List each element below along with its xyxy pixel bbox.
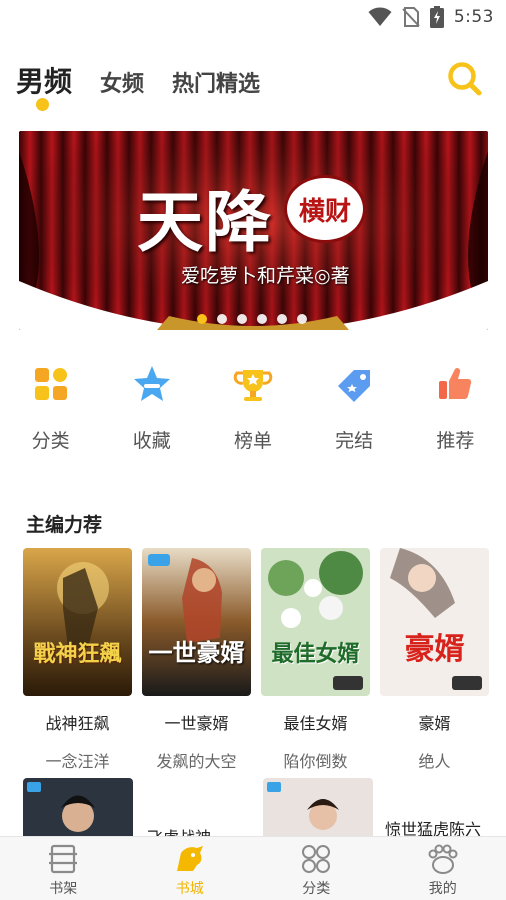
carousel-dot[interactable] bbox=[297, 314, 307, 324]
tab-hot-picks[interactable]: 热门精选 bbox=[172, 66, 260, 98]
grid-category-icon bbox=[302, 845, 331, 873]
book-author: 一念汪洋 bbox=[45, 752, 110, 771]
top-tabs: 男频 女频 热门精选 bbox=[16, 60, 288, 100]
clock: 5:53 bbox=[453, 7, 494, 27]
search-button[interactable] bbox=[446, 60, 484, 98]
nav-label: 我的 bbox=[428, 881, 457, 897]
cover-art bbox=[142, 548, 251, 696]
cover-title: 一世豪婿 bbox=[148, 638, 245, 667]
book-card[interactable]: 最佳女婿 最佳女婿 陷你倒数 bbox=[261, 548, 370, 772]
no-sim-icon bbox=[402, 7, 420, 27]
banner-carousel[interactable]: 天降 横财 爱吃萝卜和芹菜◎著 bbox=[19, 131, 488, 330]
nav-bookshelf[interactable]: 书架 bbox=[0, 837, 127, 900]
thumbs-up-icon bbox=[439, 368, 472, 400]
search-icon bbox=[448, 62, 482, 96]
cover-art bbox=[23, 548, 132, 696]
wifi-icon bbox=[368, 7, 392, 26]
cover-art bbox=[263, 778, 373, 838]
quick-nav-label: 分类 bbox=[31, 430, 70, 452]
book-title: 豪婿 bbox=[418, 714, 451, 733]
carousel-dot[interactable] bbox=[277, 314, 287, 324]
star-bookmark-icon bbox=[133, 366, 170, 401]
book-author: 陷你倒数 bbox=[283, 752, 348, 771]
status-bar: 5:53 bbox=[0, 0, 506, 34]
paw-profile-icon bbox=[428, 844, 458, 874]
quick-nav-recommend[interactable]: 推荐 bbox=[405, 362, 506, 453]
nav-bookstore[interactable]: 书城 bbox=[127, 837, 254, 900]
book-card[interactable]: 一世豪婿 一世豪婿 发飙的大空 bbox=[142, 548, 251, 772]
bookshelf-icon bbox=[49, 844, 78, 874]
category-icon bbox=[34, 368, 67, 400]
quick-nav-rankings[interactable]: 榜单 bbox=[202, 362, 303, 453]
bookstore-icon bbox=[176, 846, 203, 871]
book-title: 一世豪婿 bbox=[164, 714, 229, 733]
book-card[interactable]: 豪婿 豪婿 绝人 bbox=[380, 548, 489, 772]
book-author: 发飙的大空 bbox=[156, 752, 237, 771]
book-cover[interactable]: 一世豪婿 bbox=[142, 548, 251, 696]
cover-art bbox=[261, 548, 370, 696]
cover-title: 最佳女婿 bbox=[271, 641, 360, 667]
banner-seal: 横财 bbox=[284, 175, 366, 243]
banner-title: 天降 bbox=[137, 183, 273, 261]
carousel-indicator bbox=[197, 314, 307, 324]
cover-art bbox=[23, 778, 133, 838]
tab-female[interactable]: 女频 bbox=[100, 66, 144, 98]
quick-nav-favorites[interactable]: 收藏 bbox=[101, 362, 202, 453]
banner-author: 爱吃萝卜和芹菜◎著 bbox=[181, 265, 350, 287]
cover-title: 戰神狂飆 bbox=[33, 641, 122, 667]
quick-nav-label: 完结 bbox=[335, 430, 374, 452]
active-tab-indicator bbox=[36, 98, 49, 111]
quick-nav-label: 推荐 bbox=[436, 430, 475, 452]
book-cover[interactable]: 最佳女婿 bbox=[261, 548, 370, 696]
quick-nav-label: 榜单 bbox=[233, 430, 272, 452]
quick-nav-label: 收藏 bbox=[132, 430, 171, 452]
book-cover[interactable] bbox=[263, 778, 373, 838]
quick-nav-category[interactable]: 分类 bbox=[0, 362, 101, 453]
quick-nav: 分类 收藏 榜单 完结 推荐 bbox=[0, 362, 506, 453]
nav-label: 分类 bbox=[302, 881, 331, 897]
nav-profile[interactable]: 我的 bbox=[380, 837, 506, 900]
nav-label: 书城 bbox=[175, 881, 204, 897]
book-title: 最佳女婿 bbox=[283, 714, 348, 733]
book-card[interactable]: 戰神狂飆 战神狂飙 一念汪洋 bbox=[23, 548, 132, 772]
cover-art bbox=[380, 548, 489, 696]
battery-charging-icon bbox=[429, 6, 444, 28]
carousel-dot[interactable] bbox=[217, 314, 227, 324]
cover-title: 豪婿 bbox=[404, 632, 465, 667]
book-list-row2: 飞虎战神 惊世猛虎陈六 bbox=[23, 778, 493, 847]
book-list: 戰神狂飆 战神狂飙 一念汪洋 一世豪婿 一世豪婿 发飙的大空 最佳女婿 最佳女婿… bbox=[23, 548, 489, 772]
nav-category[interactable]: 分类 bbox=[253, 837, 380, 900]
bottom-nav: 书架 书城 分类 我的 bbox=[0, 836, 506, 900]
book-cover[interactable]: 豪婿 bbox=[380, 548, 489, 696]
trophy-icon bbox=[233, 370, 273, 401]
book-title: 战神狂飙 bbox=[45, 714, 110, 733]
quick-nav-completed[interactable]: 完结 bbox=[304, 362, 405, 453]
carousel-dot[interactable] bbox=[197, 314, 207, 324]
tag-icon bbox=[338, 370, 371, 402]
carousel-dot[interactable] bbox=[237, 314, 247, 324]
tab-male[interactable]: 男频 bbox=[16, 60, 72, 100]
book-cover[interactable] bbox=[23, 778, 133, 838]
carousel-dot[interactable] bbox=[257, 314, 267, 324]
section-title: 主编力荐 bbox=[26, 514, 103, 536]
book-cover[interactable]: 戰神狂飆 bbox=[23, 548, 132, 696]
book-author: 绝人 bbox=[418, 752, 451, 771]
nav-label: 书架 bbox=[49, 881, 78, 897]
